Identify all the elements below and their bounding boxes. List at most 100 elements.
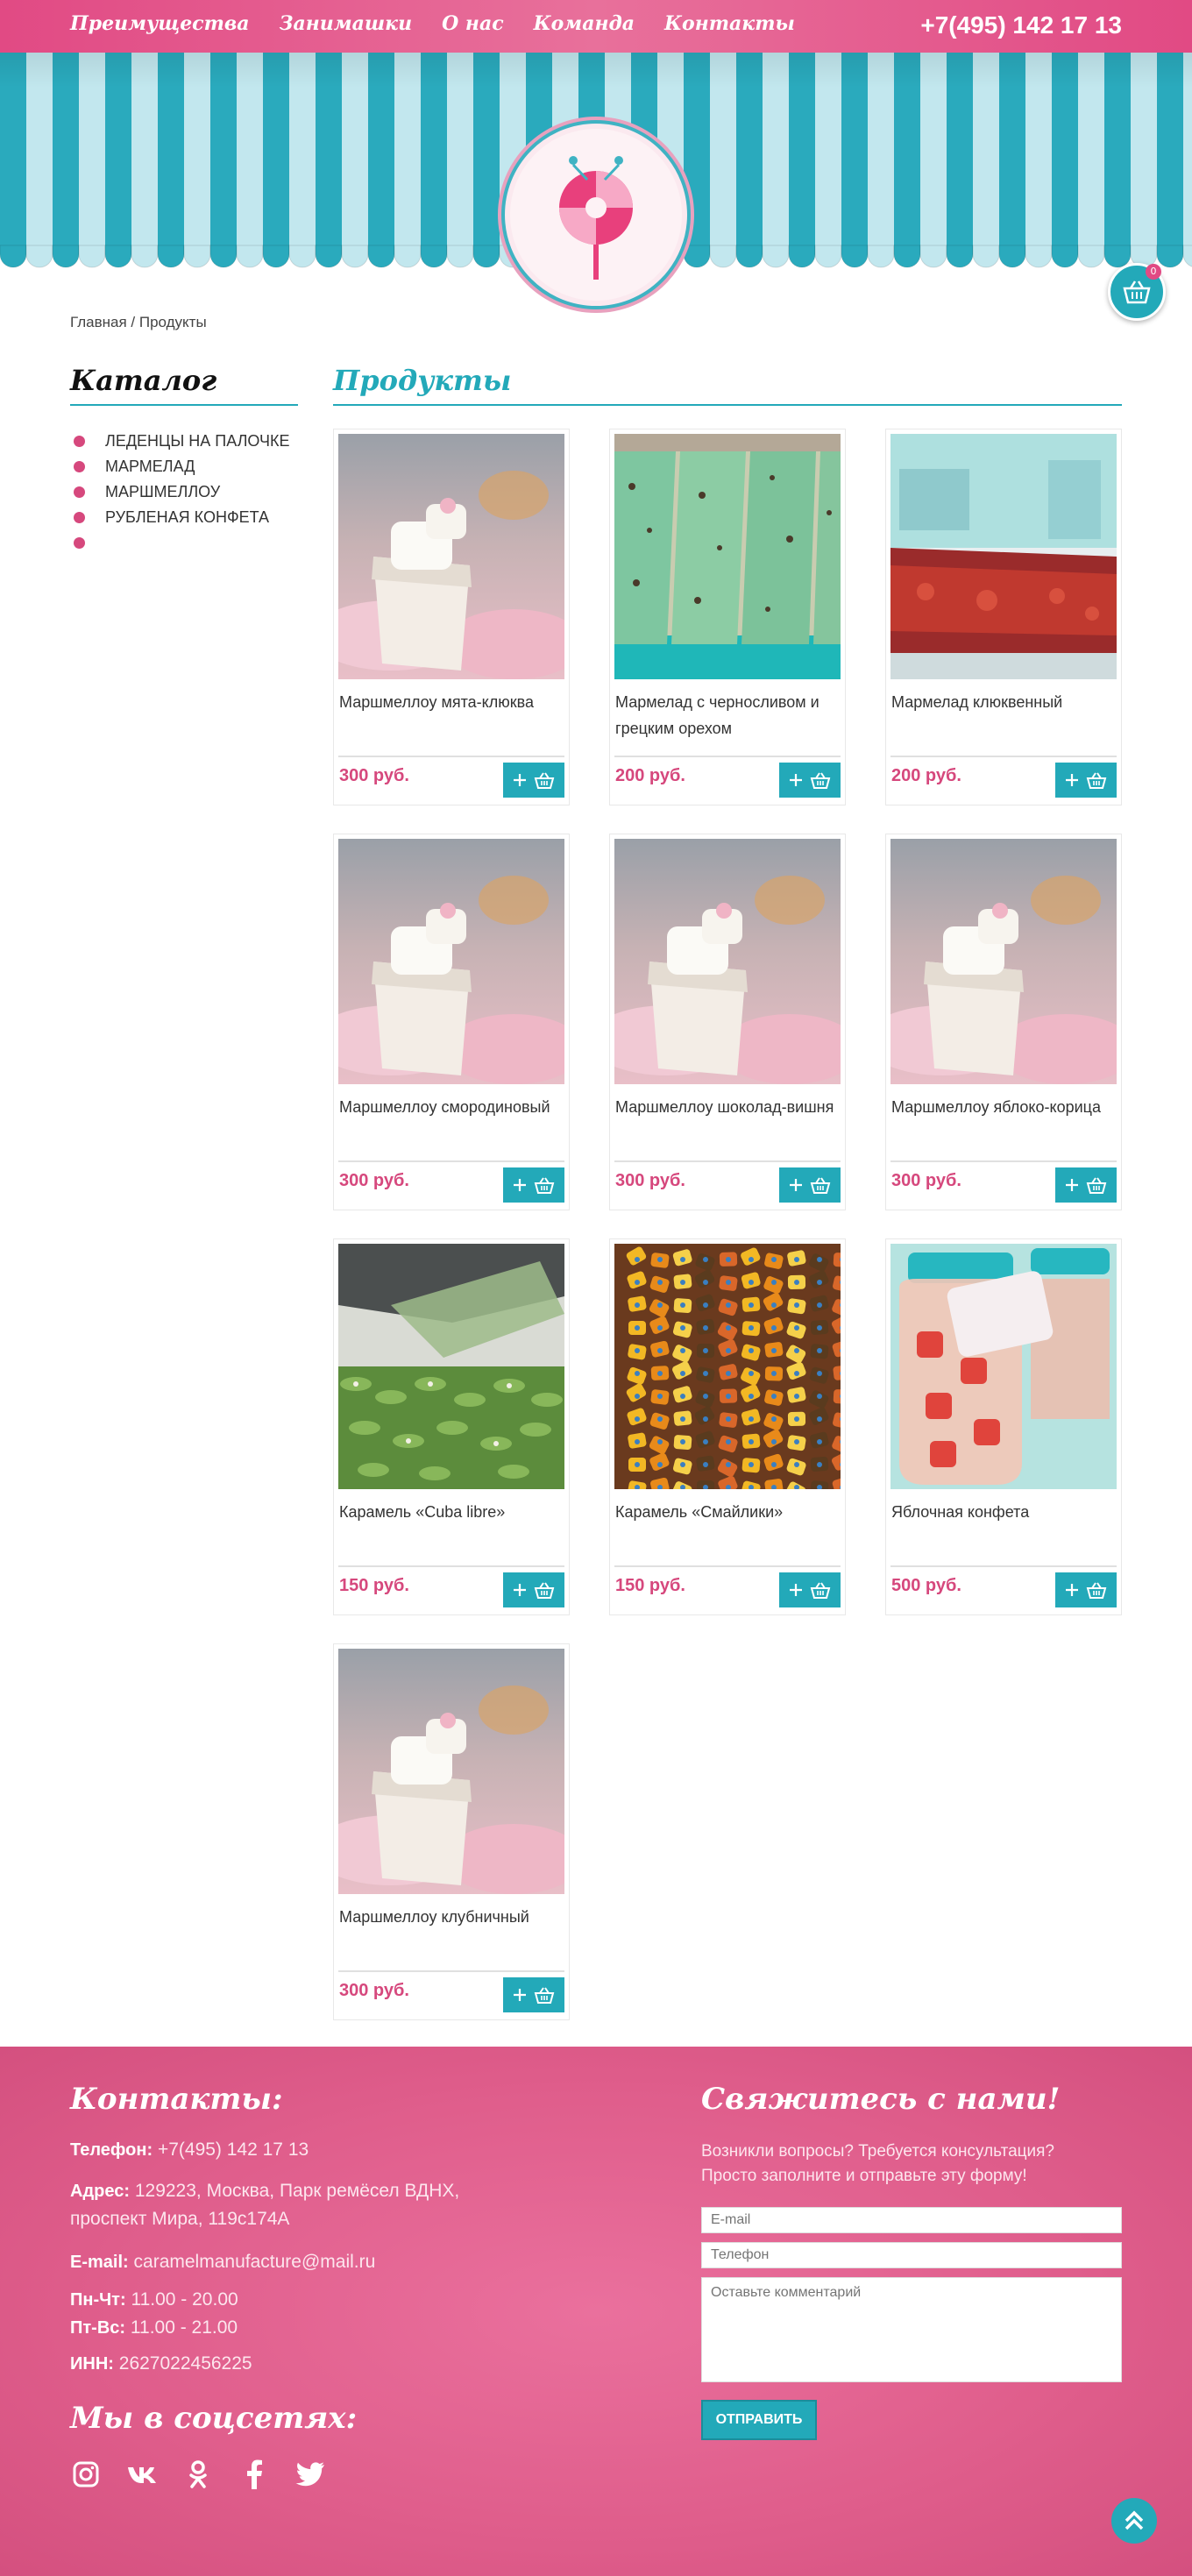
- instagram-icon[interactable]: [70, 2459, 102, 2490]
- footer: Контакты: Телефон: +7(495) 142 17 13 Адр…: [0, 2047, 1192, 2576]
- product-image[interactable]: [890, 434, 1117, 679]
- product-name[interactable]: Маршмеллоу клубничный: [339, 1904, 564, 1930]
- product-card[interactable]: Яблочная конфета 500 руб.: [885, 1238, 1122, 1615]
- awning-scallop: [236, 245, 264, 268]
- catalog-item-marshmallow[interactable]: МАРШМЕЛЛОУ: [70, 479, 298, 505]
- twitter-icon[interactable]: [294, 2459, 326, 2490]
- add-to-cart-button[interactable]: [503, 1977, 564, 2012]
- double-chevron-up-icon: [1125, 2510, 1144, 2530]
- awning-scallop: [131, 245, 159, 268]
- product-card[interactable]: Маршмеллоу шоколад-вишня 300 руб.: [609, 834, 846, 1210]
- product-image[interactable]: [338, 839, 564, 1084]
- send-button[interactable]: ОТПРАВИТЬ: [701, 2400, 817, 2440]
- nav-team[interactable]: Команда: [534, 12, 635, 35]
- add-to-cart-button[interactable]: [503, 763, 564, 798]
- basket-icon: [1086, 1582, 1107, 1599]
- product-image[interactable]: [890, 1244, 1117, 1489]
- awning-scallop: [1182, 245, 1192, 267]
- nav-contacts[interactable]: Контакты: [664, 12, 795, 35]
- plus-icon: [1066, 1584, 1078, 1596]
- product-card[interactable]: Карамель «Смайлики» 150 руб.: [609, 1238, 846, 1615]
- product-price: 200 руб.: [891, 766, 961, 785]
- catalog-sidebar: Каталог ЛЕДЕНЦЫ НА ПАЛОЧКЕ МАРМЕЛАД МАРШ…: [70, 364, 298, 556]
- product-image[interactable]: [338, 1649, 564, 1894]
- vk-icon[interactable]: [126, 2459, 158, 2490]
- email-value[interactable]: caramelmanufacture@mail.ru: [134, 2252, 376, 2272]
- product-name[interactable]: Карамель «Cuba libre»: [339, 1499, 564, 1525]
- product-image[interactable]: [338, 1244, 564, 1489]
- catalog-item-marmalade[interactable]: МАРМЕЛАД: [70, 454, 298, 479]
- awning-scallop: [867, 245, 895, 268]
- product-name[interactable]: Мармелад с черносливом и грецким орехом: [615, 689, 840, 742]
- add-to-cart-button[interactable]: [779, 1167, 841, 1203]
- product-name[interactable]: Мармелад клюквенный: [891, 689, 1116, 715]
- nav-about[interactable]: О нас: [442, 12, 504, 35]
- product-divider: [338, 756, 564, 757]
- product-name[interactable]: Яблочная конфета: [891, 1499, 1116, 1525]
- nav-advantages[interactable]: Преимущества: [70, 12, 250, 35]
- plus-icon: [790, 774, 802, 786]
- add-to-cart-button[interactable]: [779, 763, 841, 798]
- catalog-item-empty[interactable]: [70, 530, 298, 556]
- page-title: Продукты: [333, 364, 1122, 406]
- plus-icon: [514, 1584, 526, 1596]
- product-price: 300 руб.: [891, 1171, 961, 1190]
- product-card[interactable]: Маршмеллоу яблоко-корица 300 руб.: [885, 834, 1122, 1210]
- awning-scallop: [288, 245, 316, 268]
- product-name[interactable]: Маршмеллоу смородиновый: [339, 1094, 564, 1120]
- product-image[interactable]: [614, 839, 841, 1084]
- odnoklassniki-icon[interactable]: [182, 2459, 214, 2490]
- product-image[interactable]: [890, 839, 1117, 1084]
- email-field[interactable]: [701, 2207, 1122, 2233]
- product-card[interactable]: Мармелад клюквенный 200 руб.: [885, 429, 1122, 805]
- add-to-cart-button[interactable]: [1055, 763, 1117, 798]
- product-name[interactable]: Маршмеллоу шоколад-вишня: [615, 1094, 840, 1120]
- product-image[interactable]: [614, 434, 841, 679]
- product-name[interactable]: Маршмеллоу яблоко-корица: [891, 1094, 1116, 1120]
- address-label: Адрес:: [70, 2182, 130, 2201]
- product-card[interactable]: Маршмеллоу смородиновый 300 руб.: [333, 834, 570, 1210]
- product-divider: [890, 756, 1117, 757]
- contact-address: Адрес: 129223, Москва, Парк ремёсел ВДНХ…: [70, 2177, 459, 2233]
- product-price: 500 руб.: [891, 1576, 961, 1595]
- catalog-item-lollipops[interactable]: ЛЕДЕНЦЫ НА ПАЛОЧКЕ: [70, 429, 298, 454]
- phone-value[interactable]: +7(495) 142 17 13: [158, 2140, 309, 2160]
- phone-field[interactable]: [701, 2242, 1122, 2268]
- nav-fun[interactable]: Занимашки: [280, 12, 413, 35]
- cart-button[interactable]: 0: [1108, 263, 1166, 321]
- product-card[interactable]: Карамель «Cuba libre» 150 руб.: [333, 1238, 570, 1615]
- awning-scallop: [157, 245, 185, 268]
- header-phone[interactable]: +7(495) 142 17 13: [920, 11, 1122, 39]
- email-label: E-mail:: [70, 2253, 129, 2272]
- awning-scallop: [0, 245, 27, 268]
- product-name[interactable]: Карамель «Смайлики»: [615, 1499, 840, 1525]
- product-card[interactable]: Маршмеллоу мята-клюква 300 руб.: [333, 429, 570, 805]
- product-card[interactable]: Мармелад с черносливом и грецким орехом 2…: [609, 429, 846, 805]
- catalog-item-chopped-candy[interactable]: РУБЛЕНАЯ КОНФЕТА: [70, 505, 298, 530]
- awning-scallop: [341, 245, 369, 268]
- brand-logo[interactable]: [491, 110, 701, 320]
- top-bar: Преимущества Занимашки О нас Команда Кон…: [0, 0, 1192, 53]
- cart-count-badge: 0: [1146, 264, 1161, 280]
- awning-scallop: [209, 245, 238, 268]
- product-card[interactable]: Маршмеллоу клубничный 300 руб.: [333, 1643, 570, 2020]
- awning-scallop: [262, 245, 290, 268]
- add-to-cart-button[interactable]: [779, 1572, 841, 1607]
- product-image[interactable]: [338, 434, 564, 679]
- product-price: 150 руб.: [615, 1576, 685, 1595]
- product-image[interactable]: [614, 1244, 841, 1489]
- basket-icon: [534, 1177, 555, 1194]
- add-to-cart-button[interactable]: [503, 1572, 564, 1607]
- product-name[interactable]: Маршмеллоу мята-клюква: [339, 689, 564, 715]
- add-to-cart-button[interactable]: [1055, 1167, 1117, 1203]
- add-to-cart-button[interactable]: [503, 1167, 564, 1203]
- address-line-2: проспект Мира, 119с174А: [70, 2209, 290, 2229]
- breadcrumb[interactable]: Главная / Продукты: [70, 314, 207, 331]
- scroll-to-top-button[interactable]: [1111, 2498, 1157, 2544]
- facebook-icon[interactable]: [238, 2459, 270, 2490]
- add-to-cart-button[interactable]: [1055, 1572, 1117, 1607]
- basket-icon: [1086, 772, 1107, 789]
- awning-scallop: [78, 245, 106, 268]
- awning-scallop: [183, 245, 211, 268]
- comment-field[interactable]: [701, 2277, 1122, 2382]
